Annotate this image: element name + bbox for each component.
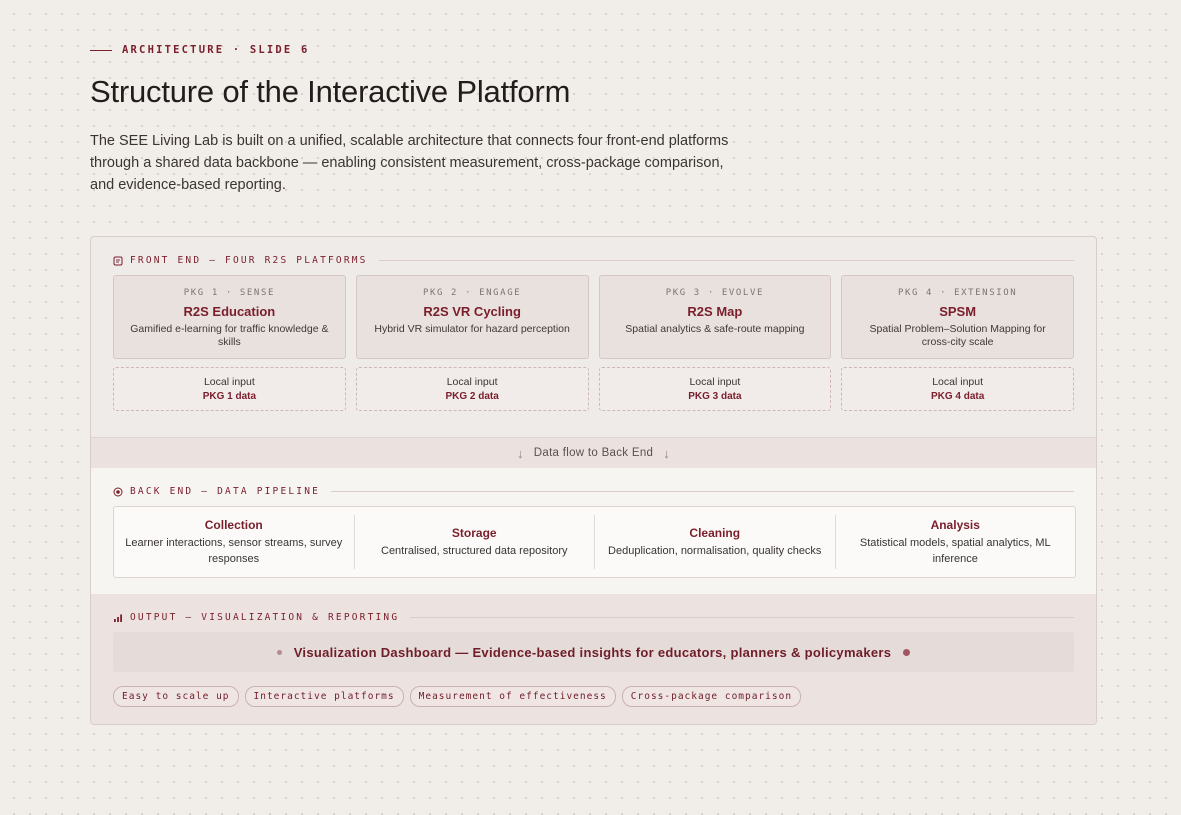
bullet-dot-icon	[276, 649, 282, 655]
package-card-4: PKG 4 · EXTENSION SPSM Spatial Problem–S…	[841, 275, 1074, 359]
local-input-label: Local input	[446, 376, 498, 388]
package-card-1: PKG 1 · SENSE R2S Education Gamified e-l…	[113, 275, 346, 359]
package-description: Gamified e-learning for traffic knowledg…	[130, 323, 329, 348]
local-input-data: PKG 1 data	[202, 391, 257, 402]
front-end-header: FRONT END — FOUR R2S PLATFORMS	[113, 255, 1074, 266]
data-flow-band: ↓ Data flow to Back End ↓	[91, 437, 1096, 469]
local-input-3: Local input PKG 3 data	[598, 367, 832, 411]
back-end-heading: BACK END — DATA PIPELINE	[130, 486, 321, 497]
package-column: PKG 2 · ENGAGE R2S VR Cycling Hybrid VR …	[355, 275, 589, 411]
data-flow-label: Data flow to Back End	[533, 447, 654, 459]
tag-pill: Interactive platforms	[244, 686, 404, 707]
pipeline-stage-collection: Collection Learner interactions, sensor …	[114, 515, 355, 569]
package-description: Spatial analytics & safe-route mapping	[625, 323, 805, 335]
pipeline-stage-storage: Storage Centralised, structured data rep…	[355, 515, 595, 569]
back-end-header: BACK END — DATA PIPELINE	[113, 486, 1074, 497]
local-input-4: Local input PKG 4 data	[841, 367, 1074, 411]
package-card-2: PKG 2 · ENGAGE R2S VR Cycling Hybrid VR …	[355, 275, 589, 359]
bullet-dot-icon	[903, 648, 911, 656]
eyebrow-rule	[90, 49, 112, 51]
local-input-label: Local input	[932, 376, 984, 388]
package-column: PKG 3 · EVOLVE R2S Map Spatial analytics…	[598, 275, 832, 411]
package-column: PKG 1 · SENSE R2S Education Gamified e-l…	[113, 275, 346, 411]
local-input-1: Local input PKG 1 data	[113, 367, 346, 411]
local-input-data: PKG 3 data	[688, 391, 742, 402]
back-end-section: BACK END — DATA PIPELINE Collection Lear…	[91, 468, 1096, 594]
arrow-down-icon: ↓	[663, 445, 671, 461]
stage-name: Cleaning	[689, 525, 741, 540]
stage-name: Analysis	[930, 517, 980, 532]
package-tag: PKG 4 · EXTENSION	[897, 288, 1018, 298]
stage-description: Learner interactions, sensor streams, su…	[125, 536, 343, 565]
stage-description: Centralised, structured data repository	[381, 544, 568, 557]
dashboard-label: Visualization Dashboard — Evidence-based…	[293, 644, 892, 660]
package-description: Spatial Problem–Solution Mapping for cro…	[869, 323, 1046, 348]
package-name: R2S Map	[687, 304, 743, 319]
package-name: SPSM	[939, 304, 977, 319]
bar-chart-icon	[113, 613, 123, 623]
package-description: Hybrid VR simulator for hazard perceptio…	[374, 323, 570, 335]
eyebrow-text: ARCHITECTURE · SLIDE 6	[122, 44, 310, 56]
pipeline-stage-cleaning: Cleaning Deduplication, normalisation, q…	[595, 515, 836, 569]
arrow-down-icon: ↓	[516, 445, 524, 461]
package-tag: PKG 2 · ENGAGE	[422, 288, 522, 298]
tag-pill: Easy to scale up	[113, 686, 239, 707]
tag-pill: Cross-package comparison	[621, 686, 802, 707]
pipeline-stage-analysis: Analysis Statistical models, spatial ana…	[836, 515, 1076, 569]
stage-description: Statistical models, spatial analytics, M…	[859, 536, 1051, 565]
local-input-data: PKG 4 data	[930, 391, 985, 402]
output-heading: OUTPUT — VISUALIZATION & REPORTING	[130, 612, 400, 623]
intro-paragraph: The SEE Living Lab is built on a unified…	[90, 133, 729, 193]
local-input-label: Local input	[689, 376, 741, 388]
package-name: R2S Education	[183, 304, 276, 319]
package-column: PKG 4 · EXTENSION SPSM Spatial Problem–S…	[841, 275, 1074, 411]
output-section: OUTPUT — VISUALIZATION & REPORTING Visua…	[91, 594, 1096, 724]
local-input-label: Local input	[203, 376, 255, 388]
page-title: Structure of the Interactive Platform	[90, 74, 571, 109]
package-name: R2S VR Cycling	[423, 304, 521, 319]
target-icon	[113, 487, 123, 497]
stage-name: Collection	[204, 517, 263, 532]
divider	[378, 260, 1074, 261]
package-tag: PKG 3 · EVOLVE	[665, 288, 764, 298]
benefit-tags: Easy to scale up Interactive platforms M…	[113, 686, 802, 707]
output-header: OUTPUT — VISUALIZATION & REPORTING	[113, 612, 1074, 623]
package-card-3: PKG 3 · EVOLVE R2S Map Spatial analytics…	[598, 275, 832, 359]
eyebrow: ARCHITECTURE · SLIDE 6	[90, 44, 309, 56]
stage-name: Storage	[451, 525, 497, 540]
package-row: PKG 1 · SENSE R2S Education Gamified e-l…	[113, 275, 1074, 411]
tag-pill: Measurement of effectiveness	[409, 686, 616, 707]
package-tag: PKG 1 · SENSE	[183, 288, 275, 298]
local-input-2: Local input PKG 2 data	[355, 367, 589, 411]
architecture-diagram: FRONT END — FOUR R2S PLATFORMS PKG 1 · S…	[90, 236, 1097, 725]
front-end-heading: FRONT END — FOUR R2S PLATFORMS	[130, 255, 368, 266]
divider	[410, 617, 1074, 618]
divider	[331, 491, 1074, 492]
local-input-data: PKG 2 data	[445, 391, 499, 402]
data-pipeline: Collection Learner interactions, sensor …	[113, 506, 1076, 578]
document-icon	[113, 256, 123, 266]
visualization-dashboard: Visualization Dashboard — Evidence-based…	[113, 632, 1074, 672]
stage-description: Deduplication, normalisation, quality ch…	[608, 544, 822, 557]
